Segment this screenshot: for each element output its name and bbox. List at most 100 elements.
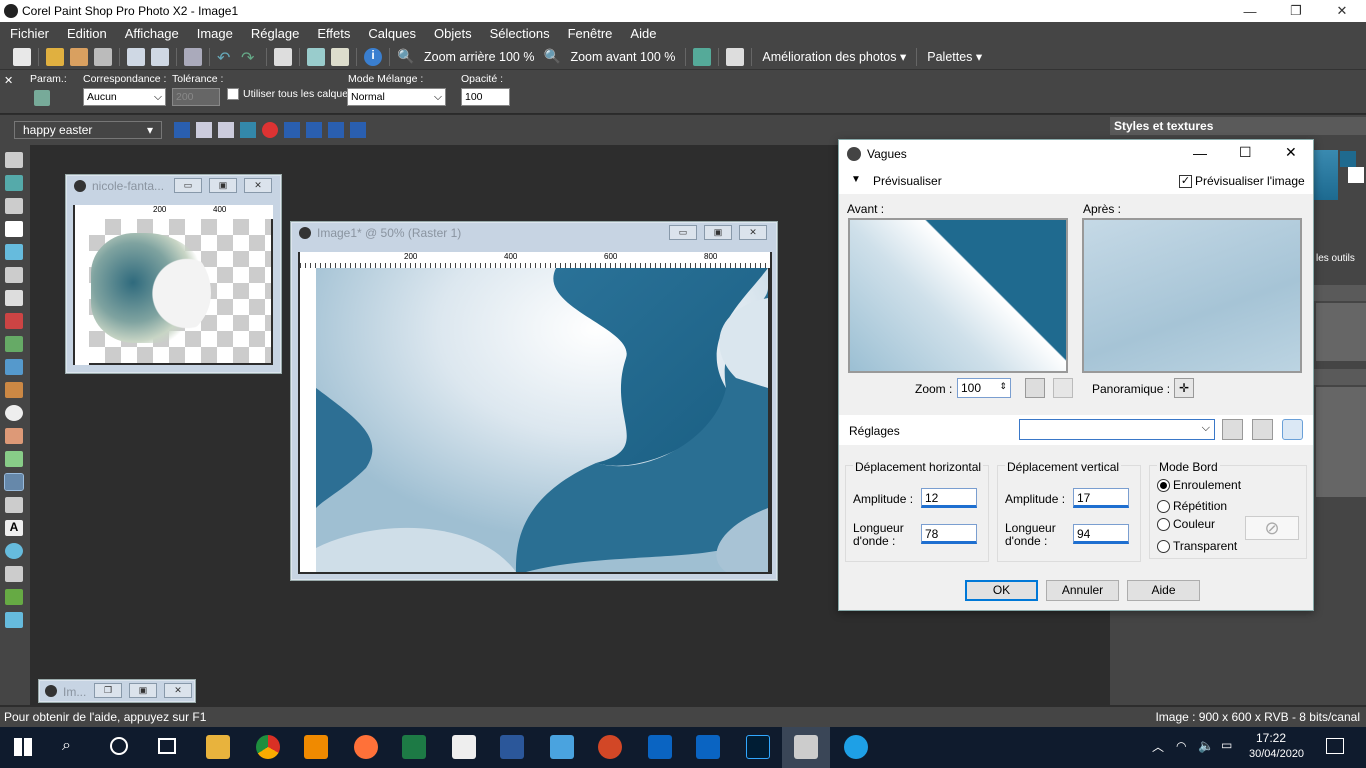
psp-taskbar-active[interactable] bbox=[782, 727, 830, 768]
menu-affichage[interactable]: Affichage bbox=[125, 26, 179, 41]
menu-image[interactable]: Image bbox=[197, 26, 233, 41]
save-icon[interactable] bbox=[127, 47, 145, 66]
menu-edition[interactable]: Edition bbox=[67, 26, 107, 41]
store-icon[interactable] bbox=[452, 735, 476, 759]
preset-shape-icon[interactable] bbox=[5, 543, 23, 559]
flood-fill-icon[interactable] bbox=[4, 473, 24, 491]
opacity-input[interactable]: 100 bbox=[461, 88, 510, 106]
scratch-tool-icon[interactable] bbox=[5, 359, 23, 375]
view-menu-icon[interactable] bbox=[726, 47, 745, 66]
radio-wrap[interactable] bbox=[1157, 479, 1170, 492]
dialog-close-button[interactable]: ✕ bbox=[1285, 144, 1297, 161]
radio-repeat[interactable] bbox=[1157, 500, 1170, 513]
firefox-icon[interactable] bbox=[354, 735, 378, 759]
doc-minimize-button[interactable]: ▭ bbox=[174, 178, 202, 193]
save-record-icon[interactable] bbox=[350, 122, 366, 138]
windows-start-icon[interactable] bbox=[14, 738, 32, 756]
preview-image-checkbox[interactable]: ✓ bbox=[1179, 175, 1192, 188]
script-mode-icon[interactable] bbox=[240, 122, 256, 138]
menu-fichier[interactable]: Fichier bbox=[10, 26, 49, 41]
restore-button[interactable]: ❐ bbox=[1273, 0, 1319, 22]
wifi-icon[interactable]: ◠ bbox=[1176, 739, 1186, 753]
text-tool-icon[interactable]: A bbox=[5, 520, 23, 536]
crop-tool-icon[interactable] bbox=[5, 267, 23, 283]
radio-color[interactable] bbox=[1157, 518, 1170, 531]
zoom-input[interactable]: 100 ⇕ bbox=[957, 378, 1011, 398]
wave-canvas[interactable] bbox=[316, 268, 768, 572]
save-preset-icon[interactable] bbox=[1222, 419, 1243, 440]
undo-icon[interactable]: ↶ bbox=[217, 48, 235, 67]
menu-aide[interactable]: Aide bbox=[630, 26, 656, 41]
menu-calques[interactable]: Calques bbox=[368, 26, 416, 41]
clock-time[interactable]: 17:22 bbox=[1256, 731, 1286, 745]
zoom-fit-icon[interactable] bbox=[1025, 378, 1045, 398]
outlook-2-icon[interactable] bbox=[696, 735, 720, 759]
cancel-button[interactable]: Annuler bbox=[1046, 580, 1119, 601]
foreground-swatch[interactable] bbox=[1314, 150, 1338, 200]
doc-maximize-button[interactable]: ▣ bbox=[704, 225, 732, 240]
info-icon[interactable]: i bbox=[364, 47, 382, 66]
cortana-icon[interactable] bbox=[110, 737, 128, 755]
doc-close-button[interactable]: ✕ bbox=[164, 683, 192, 698]
ok-button[interactable]: OK bbox=[965, 580, 1038, 601]
chrome-icon[interactable] bbox=[256, 735, 280, 759]
vlc-icon[interactable] bbox=[304, 735, 328, 759]
object-selector-icon[interactable] bbox=[5, 612, 23, 628]
outlook-icon[interactable] bbox=[648, 735, 672, 759]
app-icon-snip[interactable] bbox=[550, 735, 574, 759]
file-explorer-icon[interactable] bbox=[206, 735, 230, 759]
scan-icon[interactable] bbox=[94, 47, 112, 66]
pan-icon[interactable]: ✛ bbox=[1174, 378, 1194, 398]
zoom-in-button[interactable]: Zoom avant 100 % bbox=[570, 50, 675, 64]
menu-reglage[interactable]: Réglage bbox=[251, 26, 299, 41]
notifications-icon[interactable] bbox=[1326, 738, 1344, 754]
doc-close-button[interactable]: ✕ bbox=[244, 178, 272, 193]
transparent-canvas[interactable] bbox=[89, 219, 271, 363]
move-tool-icon[interactable] bbox=[5, 198, 23, 214]
doc-close-button[interactable]: ✕ bbox=[739, 225, 767, 240]
edge-color-swatch[interactable]: ⊘ bbox=[1245, 516, 1299, 540]
stop-script-icon[interactable] bbox=[262, 122, 278, 138]
record-icon[interactable] bbox=[284, 122, 300, 138]
powerpoint-icon[interactable] bbox=[598, 735, 622, 759]
run-script-icon[interactable] bbox=[174, 122, 190, 138]
help-button[interactable]: Aide bbox=[1127, 580, 1200, 601]
close-button[interactable]: ✕ bbox=[1319, 0, 1365, 22]
photoshop-icon[interactable] bbox=[746, 735, 770, 759]
task-view-icon[interactable] bbox=[158, 738, 176, 754]
dropper-tool-icon[interactable] bbox=[5, 244, 23, 260]
h-amplitude-input[interactable]: 12 bbox=[921, 488, 977, 508]
full-screen-icon[interactable] bbox=[693, 47, 712, 66]
preset-icon[interactable] bbox=[34, 90, 50, 106]
open-file-icon[interactable] bbox=[46, 47, 64, 66]
all-layers-checkbox[interactable] bbox=[227, 88, 239, 100]
save-script-icon[interactable] bbox=[218, 122, 234, 138]
doc-maximize-button[interactable]: ▣ bbox=[129, 683, 157, 698]
browse-icon[interactable] bbox=[70, 47, 88, 66]
cancel-record-icon[interactable] bbox=[328, 122, 344, 138]
pick-tool-icon[interactable] bbox=[5, 175, 23, 191]
doc-restore-button[interactable]: ❐ bbox=[94, 683, 122, 698]
clone-tool-icon[interactable] bbox=[5, 336, 23, 352]
pen-tool-icon[interactable] bbox=[5, 566, 23, 582]
print-icon[interactable] bbox=[184, 47, 202, 66]
minimize-button[interactable]: — bbox=[1227, 0, 1273, 22]
v-amplitude-input[interactable]: 17 bbox=[1073, 488, 1129, 508]
enhance-photos-menu[interactable]: Amélioration des photos ▾ bbox=[762, 49, 906, 64]
palettes-menu[interactable]: Palettes ▾ bbox=[927, 49, 982, 64]
search-icon[interactable]: ⌕ bbox=[62, 737, 71, 755]
language-icon[interactable]: ▭ bbox=[1221, 738, 1232, 752]
zoom-out-button[interactable]: Zoom arrière 100 % bbox=[424, 50, 534, 64]
volume-icon[interactable]: 🔈 bbox=[1198, 738, 1214, 754]
clock-date[interactable]: 30/04/2020 bbox=[1249, 748, 1304, 760]
redo-icon[interactable]: ↷ bbox=[241, 48, 259, 67]
h-wavelength-input[interactable]: 78 bbox=[921, 524, 977, 544]
radio-transparent[interactable] bbox=[1157, 540, 1170, 553]
warp-brush-icon[interactable] bbox=[5, 589, 23, 605]
smudge-tool-icon[interactable] bbox=[5, 428, 23, 444]
zoom-lock-icon[interactable] bbox=[1053, 378, 1073, 398]
menu-objets[interactable]: Objets bbox=[434, 26, 472, 41]
menu-selections[interactable]: Sélections bbox=[490, 26, 550, 41]
after-preview[interactable] bbox=[1082, 218, 1302, 373]
color-replacer-icon[interactable] bbox=[5, 451, 23, 467]
